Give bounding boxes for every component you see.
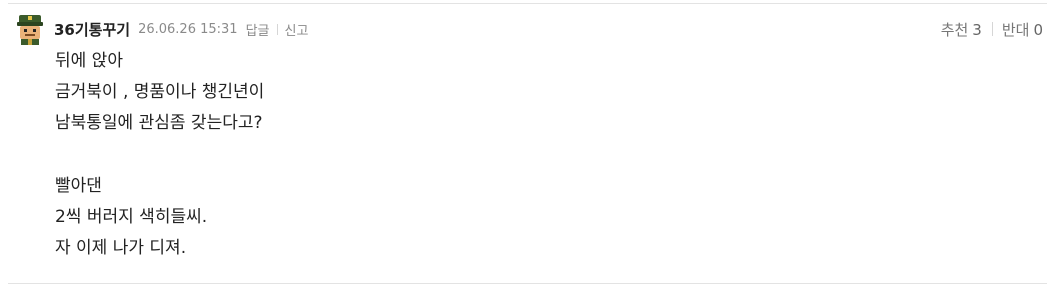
oppose-button[interactable]: 반대 0 (1002, 19, 1043, 40)
comment-line: 빨아댄 (55, 175, 102, 196)
comment-line: 2씩 버러지 색히들씨. (55, 206, 208, 227)
comment-item: 36기통꾸기 26.06.26 15:31 답글 신고 추천 3 반대 0 뒤에 앉… (0, 0, 1059, 297)
comment-body: 뒤에 앉아 금거북이 , 명품이나 챙긴년이 남북통일에 관심좀 갖는다고? 빨… (55, 46, 1015, 264)
comment-line: 금거북이 , 명품이나 챙긴년이 (55, 82, 265, 103)
soldier-avatar-icon[interactable] (14, 13, 46, 45)
comment-line: 자 이제 나가 디져. (55, 238, 187, 259)
comment-line: 남북통일에 관심좀 갖는다고? (55, 113, 263, 134)
recommend-label: 추천 (940, 20, 969, 39)
vote-divider (991, 22, 993, 36)
author-nickname[interactable]: 36기통꾸기 (54, 19, 130, 40)
recommend-button[interactable]: 추천 3 (941, 19, 982, 40)
report-button[interactable]: 신고 (285, 20, 309, 39)
top-divider (8, 3, 1047, 4)
comment-datetime: 26.06.26 15:31 (138, 21, 238, 37)
oppose-count: 0 (1033, 20, 1043, 39)
vote-controls: 추천 3 반대 0 (941, 17, 1043, 41)
oppose-label: 반대 (1001, 20, 1030, 39)
bottom-divider (8, 283, 1047, 284)
reply-button[interactable]: 답글 (246, 20, 270, 39)
action-divider (276, 23, 278, 35)
comment-line: 뒤에 앉아 (55, 51, 123, 71)
comment-header: 36기통꾸기 26.06.26 15:31 답글 신고 (54, 17, 308, 41)
recommend-count: 3 (972, 20, 982, 39)
comment-line (55, 140, 1015, 171)
